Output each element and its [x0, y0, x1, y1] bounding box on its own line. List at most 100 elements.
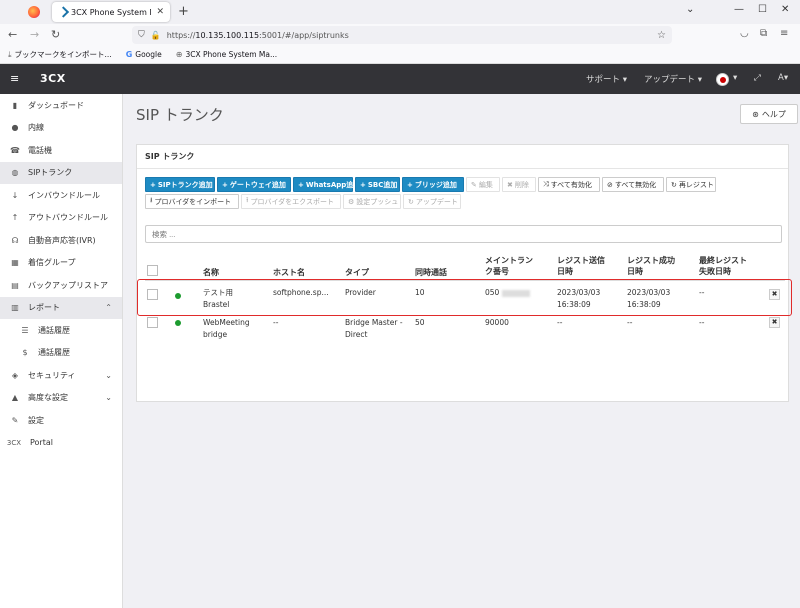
row-name: WebMeeting bridge: [203, 318, 250, 339]
add-sip-trunk-button[interactable]: + SIPトランク追加: [145, 177, 215, 192]
back-icon[interactable]: ←: [8, 28, 17, 41]
sidebar-item-ivr[interactable]: ☊ 自動音声応答(IVR): [0, 229, 122, 252]
row-type: Bridge Master - Direct: [345, 318, 403, 339]
row-last-fail: --: [699, 318, 705, 327]
panel-title: SIP トランク: [137, 145, 788, 169]
disable-all-button[interactable]: ⊘ すべて無効化: [602, 177, 664, 192]
add-gateway-button[interactable]: + ゲートウェイ追加: [217, 177, 291, 192]
sidebar-item-security[interactable]: ◈ セキュリティ ⌄: [0, 364, 122, 387]
bookmark-import[interactable]: ⤓ ブックマークをインポート...: [8, 49, 112, 60]
row-main-number: 90000: [485, 318, 509, 327]
browser-tab-bar: 3CX Phone System Management ✕ + ⌄ — ☐ ✕: [0, 0, 800, 24]
3cx-portal-icon: 3CX: [6, 438, 22, 447]
col-calls[interactable]: 同時通話: [415, 267, 447, 278]
firefox-icon[interactable]: [24, 3, 44, 21]
bookmarks-bar: ⤓ ブックマークをインポート... G Google ⊕ 3CX Phone Syst…: [0, 46, 800, 64]
new-tab-icon[interactable]: +: [178, 4, 189, 19]
refresh-icon: ↻: [671, 180, 677, 189]
add-whatsapp-button[interactable]: + WhatsApp追加: [293, 177, 360, 192]
col-reg-success[interactable]: レジスト成功 日時: [627, 255, 675, 277]
bookmark-google[interactable]: G Google: [126, 50, 162, 59]
fullscreen-icon[interactable]: ⤢: [754, 73, 761, 83]
row-checkbox[interactable]: [147, 317, 158, 328]
refresh-icon: ↻: [408, 197, 414, 206]
headset-icon: ☊: [11, 235, 19, 245]
dollar-icon: $: [22, 348, 28, 358]
phone-icon: ☎: [10, 145, 20, 155]
lock-warning-icon[interactable]: 🔓: [151, 31, 161, 40]
sidebar-item-advanced[interactable]: ▲ 高度な設定 ⌄: [0, 387, 122, 410]
reload-icon[interactable]: ↻: [51, 28, 60, 41]
sidebar-item-phones[interactable]: ☎ 電話機: [0, 139, 122, 162]
export-provider-button[interactable]: ⭱ プロバイダをエクスポート: [241, 194, 341, 209]
select-all-checkbox[interactable]: [147, 265, 158, 276]
tab-list-chevron-icon[interactable]: ⌄: [686, 4, 694, 15]
sip-trunk-panel: SIP トランク + SIPトランク追加 + ゲートウェイ追加 + WhatsApp追…: [136, 144, 789, 402]
url-text[interactable]: https://10.135.100.115:5001/#/app/siptru…: [167, 31, 349, 40]
push-config-button[interactable]: ⚙ 設定プッシュ: [343, 194, 401, 209]
report-icon: ▥: [11, 303, 19, 313]
sidebar-item-extensions[interactable]: ● 内線: [0, 117, 122, 140]
ban-icon: ⊘: [607, 180, 613, 189]
import-provider-button[interactable]: ⭳ プロバイダをインポート: [145, 194, 239, 209]
col-name[interactable]: 名称: [203, 267, 219, 278]
sidebar-item-settings[interactable]: ✎ 設定: [0, 409, 122, 432]
sidebar-item-inbound-rules[interactable]: ↓ インバウンドルール: [0, 184, 122, 207]
edit-button[interactable]: ✎ 編集: [466, 177, 500, 192]
page-title: SIP トランク: [136, 106, 224, 124]
forward-icon[interactable]: →: [30, 28, 39, 41]
help-button[interactable]: ⊛ ヘルプ: [740, 104, 798, 124]
language-flag-icon[interactable]: [716, 73, 729, 86]
chevron-down-icon: ⌄: [105, 393, 112, 403]
add-bridge-button[interactable]: + ブリッジ追加: [402, 177, 464, 192]
hamburger-menu-icon[interactable]: ≡: [10, 72, 19, 85]
google-icon: G: [125, 50, 133, 59]
sidebar-item-portal[interactable]: 3CX Portal: [0, 432, 122, 455]
row-delete-icon[interactable]: ✖: [769, 317, 780, 328]
sidebar-item-call-history[interactable]: ☰ 通話履歴: [0, 319, 122, 342]
3cx-logo[interactable]: 3CX: [40, 72, 66, 85]
sidebar-item-sip-trunks[interactable]: ◍ SIPトランク: [0, 161, 122, 184]
enable-all-button[interactable]: ⤨ すべて有効化: [538, 177, 600, 192]
delete-button[interactable]: ✖ 削除: [502, 177, 536, 192]
minimize-icon[interactable]: —: [734, 4, 744, 15]
reregister-button[interactable]: ↻ 再レジスト: [666, 177, 716, 192]
language-chevron-icon[interactable]: ▾: [733, 73, 737, 83]
search-input[interactable]: [145, 225, 782, 243]
tab-close-icon[interactable]: ✕: [156, 7, 164, 17]
sidebar-item-reports[interactable]: ▥ レポート ⌃: [0, 296, 122, 319]
update-button[interactable]: ↻ アップデート: [403, 194, 461, 209]
menu-icon[interactable]: ≡: [780, 28, 788, 39]
col-host[interactable]: ホスト名: [273, 267, 305, 278]
bookmark-3cx[interactable]: ⊕ 3CX Phone System Ma...: [176, 50, 277, 59]
sidebar-item-backup-restore[interactable]: ▤ バックアップリストア: [0, 274, 122, 297]
bookmark-star-icon[interactable]: ☆: [657, 30, 666, 41]
pocket-icon[interactable]: ◡: [740, 28, 749, 39]
update-menu[interactable]: アップデート ▾: [644, 73, 702, 85]
col-last-fail[interactable]: 最終レジスト 失敗日時: [699, 255, 747, 277]
shield-icon[interactable]: ⛉: [138, 30, 145, 40]
col-main-number[interactable]: メイントラン ク番号: [485, 255, 533, 277]
url-bar[interactable]: ⛉ 🔓 https://10.135.100.115:5001/#/app/si…: [132, 26, 672, 44]
col-type[interactable]: タイプ: [345, 267, 369, 278]
support-menu[interactable]: サポート ▾: [586, 73, 627, 85]
sidebar-item-outbound-rules[interactable]: ↑ アウトバウンドルール: [0, 207, 122, 230]
maximize-icon[interactable]: ☐: [758, 4, 767, 15]
window-close-icon[interactable]: ✕: [781, 4, 789, 15]
add-sbc-button[interactable]: + SBC追加: [355, 177, 400, 192]
browser-tab[interactable]: 3CX Phone System Management ✕: [52, 2, 170, 22]
arrow-up-icon: ↑: [11, 213, 19, 223]
arrow-down-icon: ↓: [11, 190, 19, 200]
table-row[interactable]: WebMeeting bridge -- Bridge Master - Direc…: [145, 315, 785, 351]
bar-chart-icon: ▮: [12, 100, 18, 110]
shuffle-icon: ⤨: [543, 180, 549, 188]
col-reg-sent[interactable]: レジスト送信 日時: [557, 255, 605, 277]
row-highlight-annotation: [137, 279, 792, 316]
user-menu[interactable]: A▾: [778, 73, 788, 83]
sidebar-item-dashboard[interactable]: ▮ ダッシュボード: [0, 94, 122, 117]
backup-icon: ▤: [11, 280, 19, 290]
chevron-down-icon: ⌄: [105, 370, 112, 380]
sidebar-item-call-cost[interactable]: $ 通話履歴: [0, 342, 122, 365]
extensions-icon[interactable]: ⧉: [760, 28, 767, 39]
sidebar-item-ring-groups[interactable]: ▦ 着信グループ: [0, 252, 122, 275]
